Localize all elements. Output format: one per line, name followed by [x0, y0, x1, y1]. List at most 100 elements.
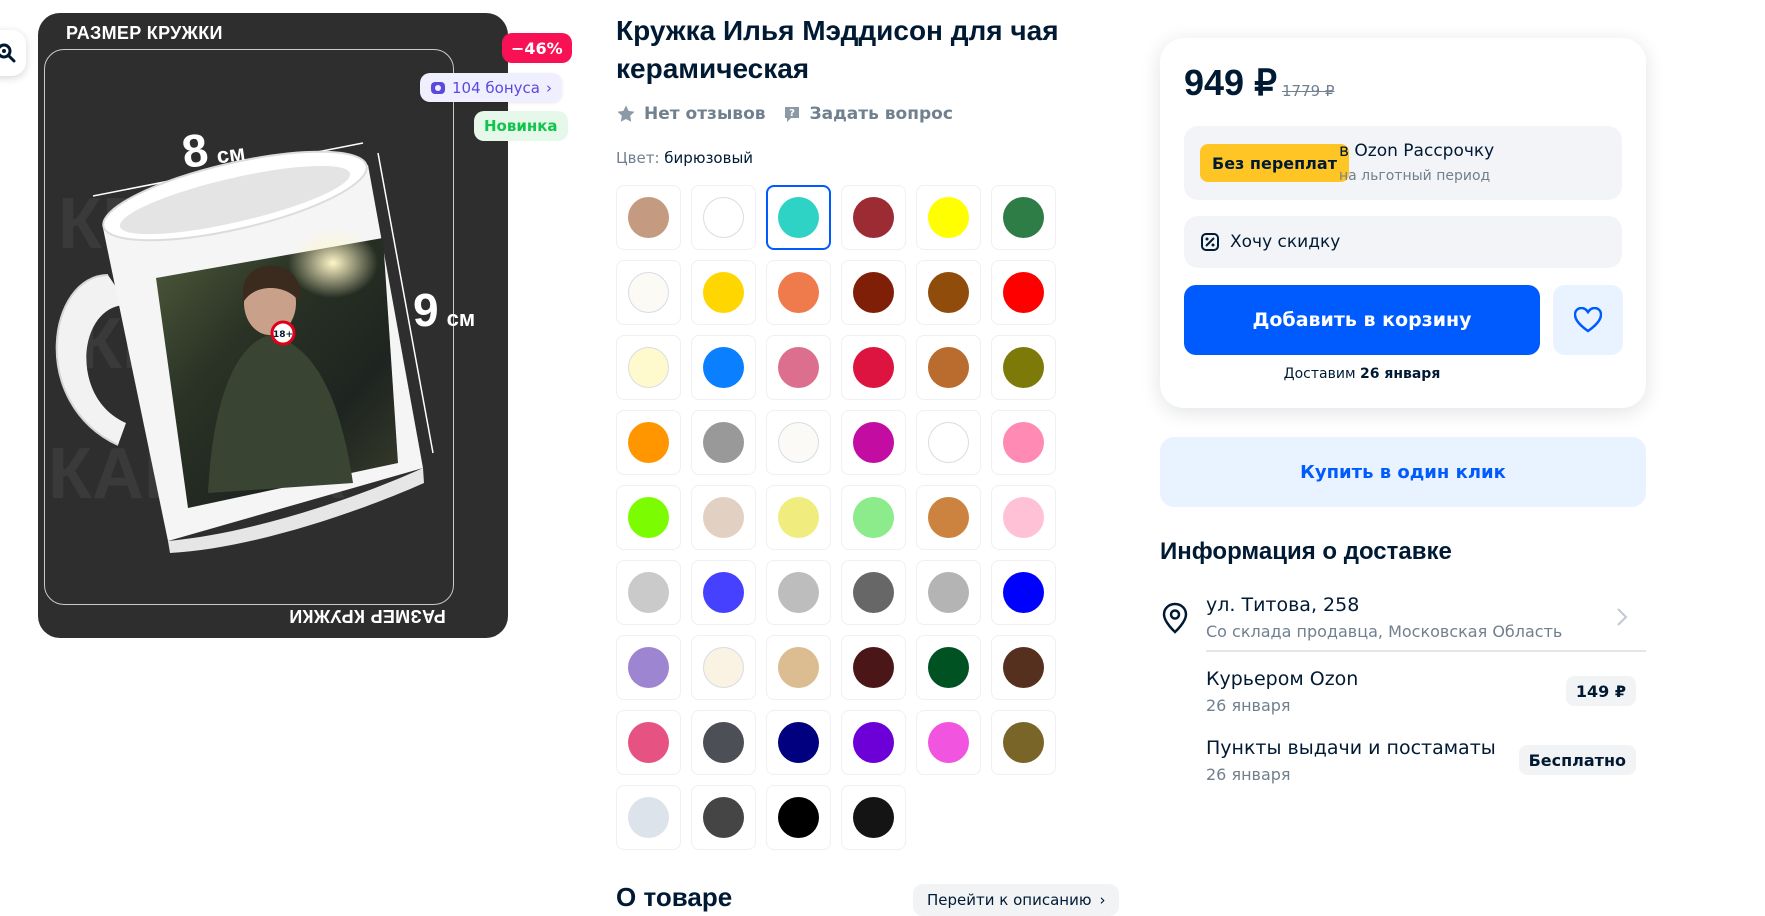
- color-swatch[interactable]: [691, 410, 756, 475]
- color-swatch[interactable]: [616, 785, 681, 850]
- color-swatch[interactable]: [991, 260, 1056, 325]
- new-badge: Новинка: [474, 111, 568, 141]
- color-dot: [928, 497, 969, 538]
- color-dot: [703, 197, 744, 238]
- delivery-option-courier[interactable]: Курьером Ozon 26 января 149 ₽: [1206, 668, 1636, 718]
- color-swatch[interactable]: [991, 335, 1056, 400]
- divider: [1206, 650, 1646, 652]
- color-dot: [853, 497, 894, 538]
- color-dot: [778, 647, 819, 688]
- color-swatch[interactable]: [841, 410, 906, 475]
- product-image[interactable]: КРУЖ КРУЖ КАРУЖК РАЗМЕР КРУЖКИ: [38, 13, 508, 638]
- color-dot: [853, 572, 894, 613]
- color-swatch[interactable]: [841, 635, 906, 700]
- color-dot: [628, 647, 669, 688]
- option-date: 26 января: [1206, 696, 1291, 715]
- reviews-link[interactable]: Нет отзывов: [616, 104, 766, 124]
- color-swatch[interactable]: [841, 785, 906, 850]
- color-swatch[interactable]: [616, 185, 681, 250]
- color-swatch[interactable]: [841, 260, 906, 325]
- color-swatch[interactable]: [841, 485, 906, 550]
- color-swatch[interactable]: [691, 635, 756, 700]
- color-dot: [778, 572, 819, 613]
- color-dot: [778, 272, 819, 313]
- color-dot: [778, 797, 819, 838]
- color-swatch[interactable]: [841, 560, 906, 625]
- color-swatch[interactable]: [916, 410, 981, 475]
- color-swatch[interactable]: [991, 410, 1056, 475]
- color-swatch[interactable]: [916, 185, 981, 250]
- color-swatch[interactable]: [916, 560, 981, 625]
- color-dot: [703, 272, 744, 313]
- color-swatch[interactable]: [916, 485, 981, 550]
- color-swatch[interactable]: [916, 635, 981, 700]
- color-swatch[interactable]: [616, 485, 681, 550]
- want-discount-button[interactable]: Хочу скидку: [1184, 216, 1622, 268]
- installment-banner[interactable]: Без переплат в Ozon Рассрочку на льготны…: [1184, 126, 1622, 200]
- color-swatch[interactable]: [841, 710, 906, 775]
- color-swatch[interactable]: [766, 560, 831, 625]
- add-to-cart-button[interactable]: Добавить в корзину: [1184, 285, 1540, 355]
- color-swatch[interactable]: [616, 260, 681, 325]
- color-swatch[interactable]: [766, 485, 831, 550]
- color-swatch[interactable]: [691, 260, 756, 325]
- color-dot: [703, 497, 744, 538]
- bonus-badge[interactable]: 104 бонуса ›: [420, 73, 562, 102]
- color-swatch[interactable]: [841, 335, 906, 400]
- color-swatch[interactable]: [691, 710, 756, 775]
- delivery-note: Доставим 26 января: [1283, 366, 1441, 382]
- search-by-photo-button[interactable]: [0, 30, 26, 76]
- color-swatch[interactable]: [691, 560, 756, 625]
- color-swatch[interactable]: [766, 785, 831, 850]
- color-dot: [853, 347, 894, 388]
- color-swatch[interactable]: [691, 185, 756, 250]
- favorite-button[interactable]: [1553, 285, 1623, 355]
- color-swatch[interactable]: [616, 560, 681, 625]
- delivery-option-pickup[interactable]: Пункты выдачи и постаматы 26 января Бесп…: [1206, 737, 1636, 787]
- color-dot: [1003, 272, 1044, 313]
- color-swatch[interactable]: [766, 710, 831, 775]
- color-swatch[interactable]: [766, 335, 831, 400]
- delivery-address[interactable]: ул. Титова, 258 Со склада продавца, Моск…: [1160, 592, 1646, 652]
- color-swatch[interactable]: [616, 335, 681, 400]
- color-swatch[interactable]: [991, 560, 1056, 625]
- width-dimension: 8 см: [178, 123, 247, 179]
- bonus-label: 104 бонуса: [452, 78, 540, 97]
- color-dot: [853, 722, 894, 763]
- go-to-description-button[interactable]: Перейти к описанию ›: [913, 884, 1120, 916]
- color-swatch[interactable]: [766, 185, 831, 250]
- color-swatch[interactable]: [691, 335, 756, 400]
- color-dot: [1003, 722, 1044, 763]
- buy-one-click-button[interactable]: Купить в один клик: [1160, 437, 1646, 507]
- color-swatch[interactable]: [916, 710, 981, 775]
- location-pin-icon: [1162, 602, 1188, 634]
- color-dot: [1003, 647, 1044, 688]
- color-dot: [928, 347, 969, 388]
- color-swatch[interactable]: [841, 185, 906, 250]
- color-dot: [778, 722, 819, 763]
- color-swatch[interactable]: [991, 710, 1056, 775]
- option-date: 26 января: [1206, 765, 1291, 784]
- color-swatch[interactable]: [691, 785, 756, 850]
- color-swatch[interactable]: [991, 485, 1056, 550]
- color-swatch[interactable]: [616, 410, 681, 475]
- color-dot: [853, 647, 894, 688]
- color-swatch[interactable]: [916, 260, 981, 325]
- color-swatch[interactable]: [691, 485, 756, 550]
- color-swatch[interactable]: [616, 710, 681, 775]
- color-dot: [928, 197, 969, 238]
- color-dot: [628, 422, 669, 463]
- color-swatch[interactable]: [766, 410, 831, 475]
- color-swatch[interactable]: [616, 635, 681, 700]
- color-swatch[interactable]: [991, 635, 1056, 700]
- color-swatch[interactable]: [766, 635, 831, 700]
- ask-question-link[interactable]: ? Задать вопрос: [782, 104, 953, 124]
- color-dot: [703, 422, 744, 463]
- color-dot: [628, 572, 669, 613]
- option-name: Пункты выдачи и постаматы: [1206, 737, 1496, 759]
- color-swatch[interactable]: [766, 260, 831, 325]
- color-swatch[interactable]: [991, 185, 1056, 250]
- price: 949 ₽: [1184, 62, 1277, 103]
- color-swatch[interactable]: [916, 335, 981, 400]
- camera-search-icon: [0, 43, 16, 63]
